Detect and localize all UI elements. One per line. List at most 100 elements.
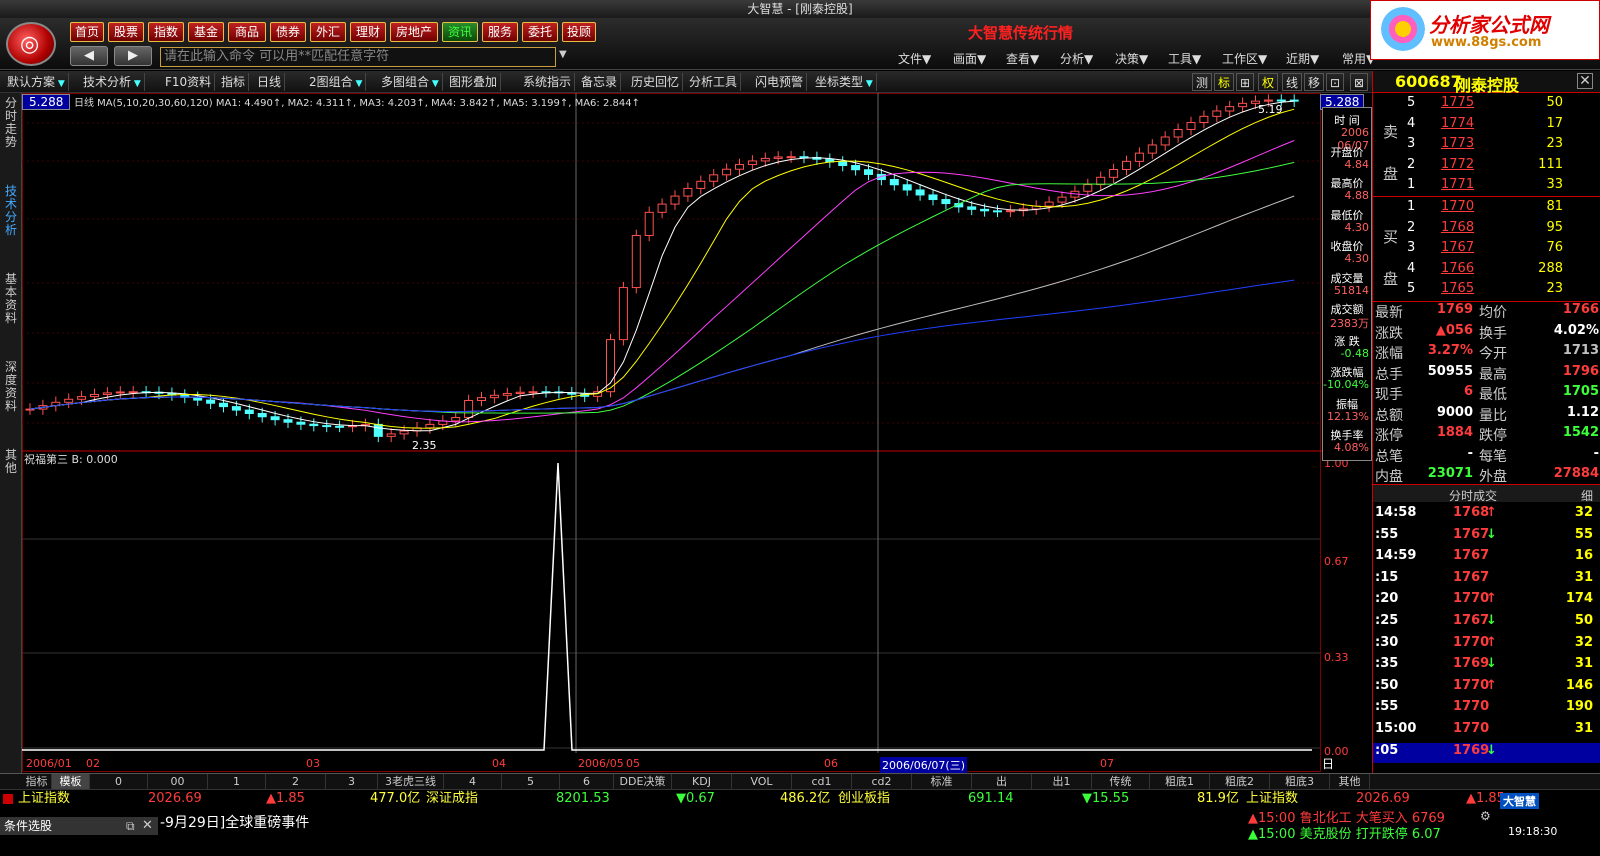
ticker-item-7[interactable]: 486.2亿 (780, 790, 830, 808)
chart-area[interactable]: 5.288 5.288 日线 MA(5,10,20,30,60,120) MA1… (22, 93, 1365, 803)
indicator-tab-4[interactable]: 1 (208, 774, 266, 790)
indicator-tab-10[interactable]: 6 (560, 774, 614, 790)
nav-button-9[interactable]: 资讯 (442, 22, 478, 42)
toolbar-item-12[interactable]: 闪电预警 (752, 73, 808, 91)
nav-button-7[interactable]: 理财 (350, 22, 386, 42)
ticker-item-1[interactable]: 2026.69 (148, 790, 202, 808)
tick-row[interactable]: :50 1770 ↑ 146 (1373, 678, 1600, 698)
nav-button-3[interactable]: 基金 (188, 22, 224, 42)
left-tab-2[interactable]: 基本资料 (2, 273, 20, 325)
ticker-right-1[interactable]: 2026.69 (1356, 790, 1410, 808)
tick-row[interactable]: :30 1770 ↑ 32 (1373, 635, 1600, 655)
toolbar-item-9[interactable]: 备忘录 (578, 73, 622, 91)
menu-7[interactable]: 近期▼ (1286, 50, 1319, 67)
tick-row[interactable]: 15:00 1770 31 (1373, 721, 1600, 741)
toolbar-item-6[interactable]: 多图组合 ▼ (378, 73, 443, 91)
indicator-tab-16[interactable]: 标准 (912, 774, 972, 790)
app-logo-icon[interactable]: ◎ (6, 22, 56, 66)
price[interactable]: 1774 (1441, 116, 1474, 131)
nav-button-0[interactable]: 首页 (70, 22, 104, 42)
menu-6[interactable]: 工作区▼ (1222, 50, 1267, 67)
ticker-item-2[interactable]: ▲1.85 (266, 790, 305, 808)
command-dropdown-icon[interactable]: ▼ (559, 49, 567, 60)
indicator-tab-3[interactable]: 00 (148, 774, 208, 790)
toolbar-right-2[interactable]: ⊞ (1236, 73, 1255, 91)
tick-row[interactable]: 14:58 1768 ↑ 32 (1373, 505, 1600, 525)
nav-button-11[interactable]: 委托 (522, 22, 558, 42)
toolbar-item-5[interactable]: 2图组合 ▼ (306, 73, 367, 91)
alert-2[interactable]: ▲15:00 美克股份 打开跌停 6.07 (1248, 823, 1441, 842)
kline-chart[interactable] (22, 93, 1322, 773)
nav-button-1[interactable]: 股票 (108, 22, 144, 42)
tick-row[interactable]: :05 1769 ↓ (1373, 742, 1600, 763)
menu-1[interactable]: 画面▼ (953, 50, 986, 67)
indicator-tab-2[interactable]: 0 (90, 774, 148, 790)
nav-button-8[interactable]: 房地产 (390, 22, 438, 42)
toolbar-item-11[interactable]: 分析工具 (686, 73, 742, 91)
tick-row[interactable]: 14:59 1767 16 (1373, 548, 1600, 568)
indicator-tab-20[interactable]: 粗底1 (1150, 774, 1210, 790)
left-tab-3[interactable]: 深度资料 (2, 361, 20, 413)
toolbar-right-6[interactable]: ⊡ (1326, 73, 1345, 91)
toolbar-item-2[interactable]: F10资料 (162, 73, 216, 91)
toolbar-item-4[interactable]: 日线 (254, 73, 286, 91)
menu-3[interactable]: 分析▼ (1060, 50, 1093, 67)
price[interactable]: 1772 (1441, 157, 1474, 172)
indicator-tab-15[interactable]: cd2 (852, 774, 912, 790)
menu-2[interactable]: 查看▼ (1006, 50, 1039, 67)
indicator-tab-18[interactable]: 出1 (1032, 774, 1092, 790)
gear-icon[interactable]: ⚙ (1480, 809, 1491, 823)
forward-button[interactable]: ▶ (114, 46, 152, 66)
indicator-tab-19[interactable]: 传统 (1092, 774, 1150, 790)
toolbar-item-10[interactable]: 历史回忆 (628, 73, 684, 91)
nav-button-5[interactable]: 债券 (270, 22, 306, 42)
indicator-tab-0[interactable]: 指标 (22, 774, 52, 790)
indicator-tab-22[interactable]: 粗底3 (1270, 774, 1330, 790)
toolbar-item-8[interactable]: 系统指示 (520, 73, 576, 91)
indicator-tab-11[interactable]: DDE决策 (614, 774, 672, 790)
ticker-right-0[interactable]: 上证指数 (1246, 790, 1298, 808)
toolbar-item-7[interactable]: 图形叠加 (446, 73, 502, 91)
price[interactable]: 1768 (1441, 220, 1474, 235)
menu-0[interactable]: 文件▼ (898, 50, 931, 67)
price[interactable]: 1775 (1441, 95, 1474, 110)
toolbar-right-3[interactable]: 权 (1258, 73, 1279, 91)
indicator-tab-23[interactable]: 其他 (1330, 774, 1370, 790)
nav-button-2[interactable]: 指数 (148, 22, 184, 42)
menu-4[interactable]: 决策▼ (1115, 50, 1148, 67)
indicator-tab-7[interactable]: 3老虎三线 (378, 774, 444, 790)
tick-row[interactable]: :20 1770 ↑ 174 (1373, 591, 1600, 611)
indicator-tab-9[interactable]: 5 (502, 774, 560, 790)
toolbar-right-7[interactable]: ⊠ (1350, 73, 1369, 91)
indicator-tab-6[interactable]: 3 (326, 774, 378, 790)
tick-row[interactable]: :15 1767 31 (1373, 570, 1600, 590)
indicator-tab-21[interactable]: 粗底2 (1210, 774, 1270, 790)
indicator-tab-14[interactable]: cd1 (792, 774, 852, 790)
toolbar-item-0[interactable]: 默认方案 ▼ (4, 73, 69, 91)
indicator-tab-17[interactable]: 出 (972, 774, 1032, 790)
ticker-item-9[interactable]: 691.14 (968, 790, 1014, 808)
price[interactable]: 1765 (1441, 281, 1474, 296)
price[interactable]: 1767 (1441, 240, 1474, 255)
price[interactable]: 1773 (1441, 136, 1474, 151)
tick-row[interactable]: :25 1767 ↓ 50 (1373, 613, 1600, 633)
close-icon[interactable]: ✕ (1577, 73, 1593, 89)
tick-row[interactable]: :55 1770 190 (1373, 699, 1600, 719)
price[interactable]: 1766 (1441, 261, 1474, 276)
toolbar-item-3[interactable]: 指标 (218, 73, 250, 91)
ticker-item-6[interactable]: ▼0.67 (676, 790, 715, 808)
ticks-detail-tab[interactable]: 细 (1581, 487, 1593, 504)
ticker-item-11[interactable]: 81.9亿 (1197, 790, 1239, 808)
nav-button-12[interactable]: 投顾 (562, 22, 596, 42)
ticker-item-8[interactable]: 创业板指 (838, 790, 890, 808)
tick-row[interactable]: :35 1769 ↓ 31 (1373, 656, 1600, 676)
toolbar-right-1[interactable]: 标 (1214, 73, 1235, 91)
indicator-tab-13[interactable]: VOL (732, 774, 792, 790)
tick-row[interactable]: :55 1767 ↓ 55 (1373, 527, 1600, 547)
indicator-tab-1[interactable]: 模板 (52, 774, 90, 790)
toolbar-right-5[interactable]: 移 (1304, 73, 1325, 91)
news-ticker[interactable]: -9月29日]全球重磅事件 (160, 812, 309, 832)
ticker-item-5[interactable]: 8201.53 (556, 790, 610, 808)
nav-button-10[interactable]: 服务 (482, 22, 518, 42)
nav-button-6[interactable]: 外汇 (310, 22, 346, 42)
